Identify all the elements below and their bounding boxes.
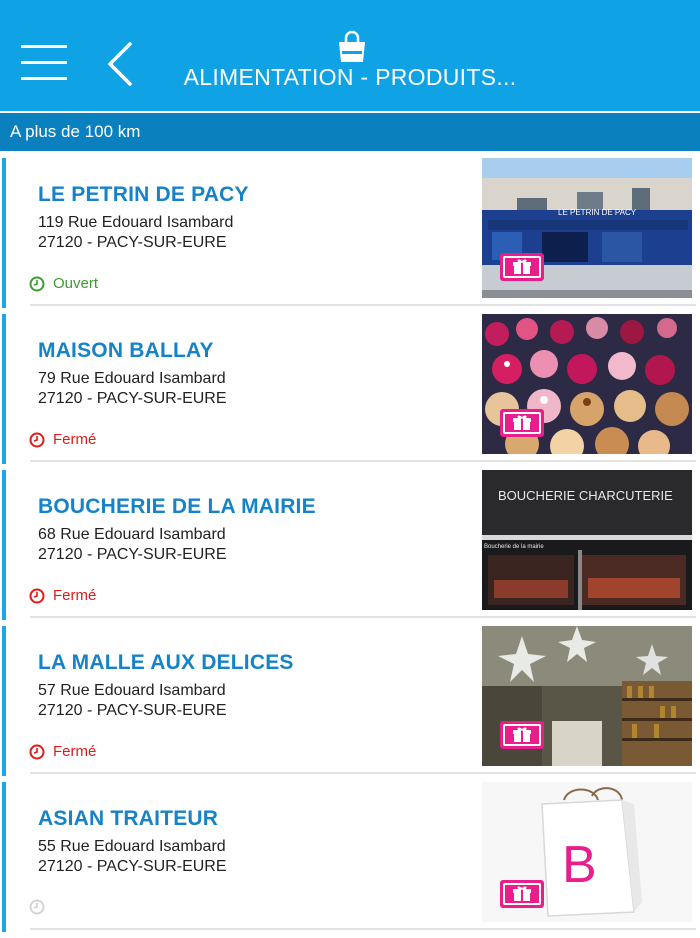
card-divider — [30, 772, 696, 774]
shop-address: 119 Rue Edouard Isambard — [38, 214, 234, 231]
shop-address: 55 Rue Edouard Isambard — [38, 838, 226, 855]
card-accent — [2, 470, 6, 620]
butcher-storefront-image: BOUCHERIE CHARCUTERIE Boucherie de la ma… — [482, 470, 692, 610]
clock-icon — [29, 899, 45, 915]
app-header: ALIMENTATION - PRODUITS... — [0, 0, 700, 111]
card-divider — [30, 928, 696, 930]
shop-photo[interactable] — [482, 314, 692, 454]
shop-name[interactable]: BOUCHERIE DE LA MAIRIE — [38, 495, 316, 519]
svg-text:LE PETRIN DE PACY: LE PETRIN DE PACY — [558, 208, 637, 217]
clock-icon — [29, 276, 45, 291]
status-label: Fermé — [53, 431, 97, 448]
shop-card[interactable]: LA MALLE AUX DELICES 57 Rue Edouard Isam… — [0, 626, 700, 782]
shop-photo[interactable] — [482, 626, 692, 766]
shop-status: Fermé — [29, 587, 96, 604]
gift-voucher-icon — [500, 721, 544, 749]
card-accent — [2, 314, 6, 464]
card-accent — [2, 158, 6, 308]
card-divider — [30, 304, 696, 306]
shop-status: Fermé — [29, 743, 96, 760]
card-divider — [30, 616, 696, 618]
shop-status: Ouvert — [29, 275, 98, 292]
shop-city: 27120 - PACY-SUR-EURE — [38, 702, 227, 719]
card-accent — [2, 626, 6, 776]
butcher-small-sign: Boucherie de la mairie — [484, 544, 544, 550]
shop-photo[interactable]: B — [482, 782, 692, 922]
status-label: Fermé — [53, 587, 97, 604]
shop-name[interactable]: MAISON BALLAY — [38, 339, 214, 363]
status-label: Fermé — [53, 743, 97, 760]
shop-city: 27120 - PACY-SUR-EURE — [38, 858, 227, 875]
shop-card[interactable]: BOUCHERIE DE LA MAIRIE 68 Rue Edouard Is… — [0, 470, 700, 626]
card-accent — [2, 782, 6, 932]
shop-address: 57 Rue Edouard Isambard — [38, 682, 226, 699]
shop-name[interactable]: LE PETRIN DE PACY — [38, 183, 249, 207]
shop-status — [29, 899, 53, 915]
shop-city: 27120 - PACY-SUR-EURE — [38, 234, 227, 251]
page-title: ALIMENTATION - PRODUITS... — [183, 64, 517, 90]
card-divider — [30, 460, 696, 462]
gift-voucher-icon — [500, 880, 544, 908]
shop-city: 27120 - PACY-SUR-EURE — [38, 390, 227, 407]
shop-city: 27120 - PACY-SUR-EURE — [38, 546, 227, 563]
gift-voucher-icon — [500, 253, 544, 281]
gift-voucher-icon — [500, 409, 544, 437]
placeholder-letter: B — [562, 836, 597, 894]
distance-filter-bar: A plus de 100 km — [0, 113, 700, 151]
shop-card[interactable]: LE PETRIN DE PACY 119 Rue Edouard Isamba… — [0, 158, 700, 314]
shop-name[interactable]: LA MALLE AUX DELICES — [38, 651, 294, 675]
shop-photo[interactable]: LE PETRIN DE PACY — [482, 158, 692, 298]
clock-icon — [29, 588, 45, 603]
shopping-bag-icon — [339, 30, 365, 62]
shop-status: Fermé — [29, 431, 96, 448]
clock-icon — [29, 744, 45, 759]
shop-address: 68 Rue Edouard Isambard — [38, 526, 226, 543]
distance-label: A plus de 100 km — [10, 122, 141, 141]
shop-photo[interactable]: BOUCHERIE CHARCUTERIE Boucherie de la ma… — [482, 470, 692, 610]
clock-icon — [29, 432, 45, 447]
shop-card[interactable]: ASIAN TRAITEUR 55 Rue Edouard Isambard 2… — [0, 782, 700, 938]
shop-card[interactable]: MAISON BALLAY 79 Rue Edouard Isambard 27… — [0, 314, 700, 470]
butcher-sign: BOUCHERIE CHARCUTERIE — [498, 488, 673, 503]
shop-address: 79 Rue Edouard Isambard — [38, 370, 226, 387]
status-label: Ouvert — [53, 275, 99, 292]
shop-name[interactable]: ASIAN TRAITEUR — [38, 807, 218, 831]
shop-list: LE PETRIN DE PACY 119 Rue Edouard Isamba… — [0, 158, 700, 938]
